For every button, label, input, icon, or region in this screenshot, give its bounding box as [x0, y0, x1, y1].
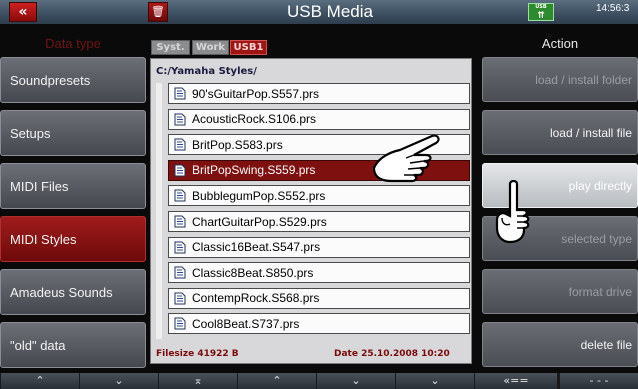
page-up-left-button[interactable]: ⌃: [1, 373, 79, 389]
file-list-item[interactable]: Classic8Beat.S850.prs: [168, 262, 470, 284]
scroll-up-button[interactable]: ⌃: [238, 373, 316, 389]
data-type-button[interactable]: MIDI Styles: [0, 216, 146, 262]
file-list-item[interactable]: Classic16Beat.S547.prs: [168, 236, 470, 258]
unused-button[interactable]: - - -: [560, 373, 638, 389]
page-down-left-button[interactable]: ⌄: [80, 373, 158, 389]
file-name: BritPopSwing.S559.prs: [192, 163, 316, 178]
file-name: Classic8Beat.S850.prs: [192, 265, 314, 280]
tab-0[interactable]: Syst.: [151, 40, 190, 55]
file-name: 90'sGuitarPop.S557.prs: [192, 86, 320, 101]
data-type-button[interactable]: Amadeus Sounds: [0, 269, 146, 315]
page-title: USB Media: [287, 2, 373, 21]
hand-pointer-icon: [372, 134, 440, 183]
file-list-item[interactable]: ChartGuitarPop.S529.prs: [168, 211, 470, 232]
hand-pointer-icon: [495, 180, 530, 244]
action-header: Action: [541, 36, 579, 51]
date-label: Date 25.10.2008 10:20: [334, 349, 450, 359]
filesize-label: Filesize 41922 B: [156, 349, 239, 359]
scroll-down-button[interactable]: ⌄: [317, 373, 395, 389]
file-name: ChartGuitarPop.S529.prs: [192, 214, 327, 229]
file-icon: [174, 266, 186, 279]
file-icon: [174, 87, 186, 100]
data-type-button[interactable]: MIDI Files: [0, 163, 146, 209]
action-button[interactable]: delete file: [482, 322, 638, 367]
tab-1[interactable]: Work: [192, 40, 229, 55]
usb-label: USB: [535, 4, 547, 10]
file-icon: [174, 189, 186, 202]
clock: 14:56:3: [596, 3, 630, 14]
usb-arrows-icon: ⇈: [537, 11, 545, 21]
data-type-button[interactable]: Soundpresets: [0, 57, 146, 103]
file-name: Cool8Beat.S737.prs: [192, 316, 300, 331]
action-button[interactable]: load / install file: [482, 110, 638, 155]
data-type-button[interactable]: Setups: [0, 110, 146, 156]
file-icon: [174, 215, 186, 228]
file-icon: [174, 241, 186, 254]
file-name: ContempRock.S568.prs: [192, 291, 320, 306]
usb-status-icon: USB ⇈: [528, 3, 554, 21]
file-icon: [174, 164, 186, 177]
scrollbar[interactable]: [156, 83, 162, 339]
file-icon: [174, 113, 186, 126]
current-path: C:/Yamaha Styles/: [156, 66, 257, 77]
file-list-item[interactable]: 90'sGuitarPop.S557.prs: [168, 83, 470, 104]
file-list-item[interactable]: BubblegumPop.S552.prs: [168, 185, 470, 207]
file-browser: C:/Yamaha Styles/ 90'sGuitarPop.S557.prs…: [150, 58, 472, 364]
back-button[interactable]: «: [9, 2, 37, 22]
action-button[interactable]: load / install folder: [482, 57, 638, 102]
file-list-item[interactable]: AcousticRock.S106.prs: [168, 108, 470, 130]
data-type-header: Data type: [45, 36, 101, 51]
file-icon: [174, 292, 186, 305]
action-button[interactable]: format drive: [482, 269, 638, 314]
scroll-top-button[interactable]: ⌅: [159, 373, 237, 389]
data-type-button[interactable]: "old" data: [0, 322, 146, 368]
file-name: Classic16Beat.S547.prs: [192, 240, 321, 255]
file-icon: [174, 138, 186, 151]
file-name: BubblegumPop.S552.prs: [192, 188, 326, 203]
trash-icon[interactable]: 🗑: [148, 2, 168, 22]
file-name: BritPop.S583.prs: [192, 137, 283, 152]
file-list-item[interactable]: Cool8Beat.S737.prs: [168, 313, 470, 335]
tab-2[interactable]: USB1: [230, 40, 267, 55]
file-list-item[interactable]: ContempRock.S568.prs: [168, 287, 470, 309]
file-icon: [174, 317, 186, 330]
back-dir-button[interactable]: «==: [475, 373, 557, 389]
file-name: AcousticRock.S106.prs: [192, 112, 317, 127]
scroll-bottom-button[interactable]: ⌄: [396, 373, 474, 389]
